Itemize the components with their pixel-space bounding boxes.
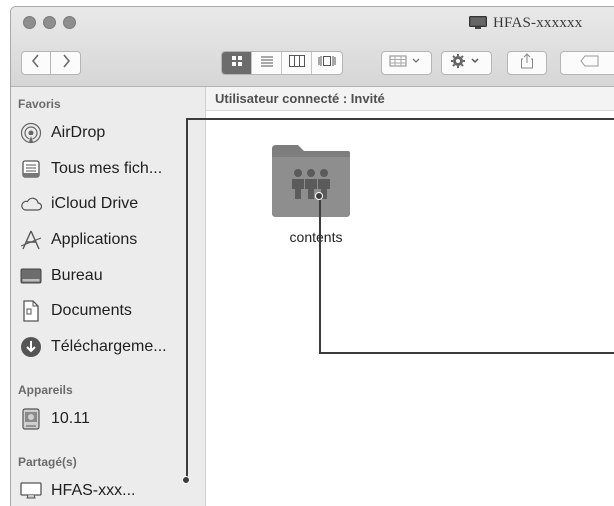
sidebar-item-label: Documents xyxy=(51,302,132,319)
sidebar-item-all-files[interactable]: Tous mes fich... xyxy=(19,157,204,181)
sidebar-item-disk[interactable]: 10.11 xyxy=(19,407,204,431)
title-bar: HFAS-xxxxxx xyxy=(11,7,614,87)
gear-icon xyxy=(449,53,485,74)
icon-view-button[interactable] xyxy=(222,52,252,74)
sidebar-item-desktop[interactable]: Bureau xyxy=(19,264,204,288)
tag-icon xyxy=(580,54,600,72)
sidebar-item-label: Tous mes fich... xyxy=(51,160,163,177)
callout-dot-folder xyxy=(315,192,323,200)
path-bar: Utilisateur connecté : Invité xyxy=(206,87,614,111)
share-button[interactable] xyxy=(507,51,547,75)
arrange-grid-icon xyxy=(389,54,425,72)
close-window-button[interactable] xyxy=(23,16,36,29)
grid-icon xyxy=(231,54,243,72)
window-title-text: HFAS-xxxxxx xyxy=(493,14,583,31)
sidebar-item-downloads[interactable]: Téléchargeme... xyxy=(19,335,204,359)
sidebar: Favoris AirDrop Tous mes fich... iCloud … xyxy=(11,87,206,506)
shared-heading: Partagé(s) xyxy=(18,455,77,469)
cloud-icon xyxy=(19,193,43,215)
sidebar-item-label: Bureau xyxy=(51,267,103,284)
finder-window: HFAS-xxxxxx Favoris AirDrop Tous mes fic… xyxy=(10,6,614,506)
minimize-window-button[interactable] xyxy=(43,16,56,29)
desktop-icon xyxy=(19,265,43,287)
applications-icon xyxy=(19,229,43,251)
arrange-button[interactable] xyxy=(381,51,432,75)
list-view-button[interactable] xyxy=(252,52,282,74)
callout-line-vertical-right xyxy=(319,196,321,354)
sidebar-item-shared-host[interactable]: HFAS-xxx... xyxy=(19,479,204,503)
cover-flow-view-button[interactable] xyxy=(312,52,342,74)
chevron-left-icon xyxy=(31,53,41,73)
monitor-icon xyxy=(19,480,43,502)
list-icon xyxy=(260,54,274,72)
sidebar-item-label: HFAS-xxx... xyxy=(51,482,136,499)
columns-icon xyxy=(288,54,305,72)
download-icon xyxy=(19,336,43,358)
disk-icon xyxy=(19,408,43,430)
sidebar-item-label: iCloud Drive xyxy=(51,195,139,212)
sidebar-item-icloud[interactable]: iCloud Drive xyxy=(19,192,204,216)
callout-line-vertical-left xyxy=(186,118,188,480)
cover-flow-icon xyxy=(318,54,336,72)
sidebar-item-label: 10.11 xyxy=(51,410,90,427)
sidebar-item-label: AirDrop xyxy=(51,124,106,141)
callout-line-bottom xyxy=(319,352,614,354)
documents-icon xyxy=(19,300,43,322)
all-files-icon xyxy=(19,158,43,180)
content-area: Utilisateur connecté : Invité contents xyxy=(206,87,614,506)
path-text: Utilisateur connecté : Invité xyxy=(215,91,385,106)
sidebar-item-documents[interactable]: Documents xyxy=(19,299,204,323)
folder-item[interactable] xyxy=(268,141,354,219)
back-button[interactable] xyxy=(21,51,51,75)
sidebar-item-label: Téléchargeme... xyxy=(51,338,167,355)
share-icon xyxy=(520,52,534,74)
airdrop-icon xyxy=(19,122,43,144)
monitor-icon xyxy=(469,16,487,30)
callout-line-top xyxy=(186,118,614,120)
column-view-button[interactable] xyxy=(282,52,312,74)
devices-heading: Appareils xyxy=(18,383,73,397)
sidebar-item-label: Applications xyxy=(51,231,138,248)
forward-button[interactable] xyxy=(50,51,81,75)
chevron-right-icon xyxy=(61,53,71,73)
window-title: HFAS-xxxxxx xyxy=(469,13,582,33)
shared-folder-icon xyxy=(268,145,354,223)
view-mode-group xyxy=(221,51,343,75)
sidebar-item-applications[interactable]: Applications xyxy=(19,228,204,252)
tag-button[interactable] xyxy=(560,51,614,75)
zoom-window-button[interactable] xyxy=(63,16,76,29)
sidebar-item-airdrop[interactable]: AirDrop xyxy=(19,121,204,145)
folder-label: contents xyxy=(289,229,343,245)
callout-dot-sidebar xyxy=(182,476,190,484)
favorites-heading: Favoris xyxy=(18,97,61,111)
action-button[interactable] xyxy=(441,51,492,75)
